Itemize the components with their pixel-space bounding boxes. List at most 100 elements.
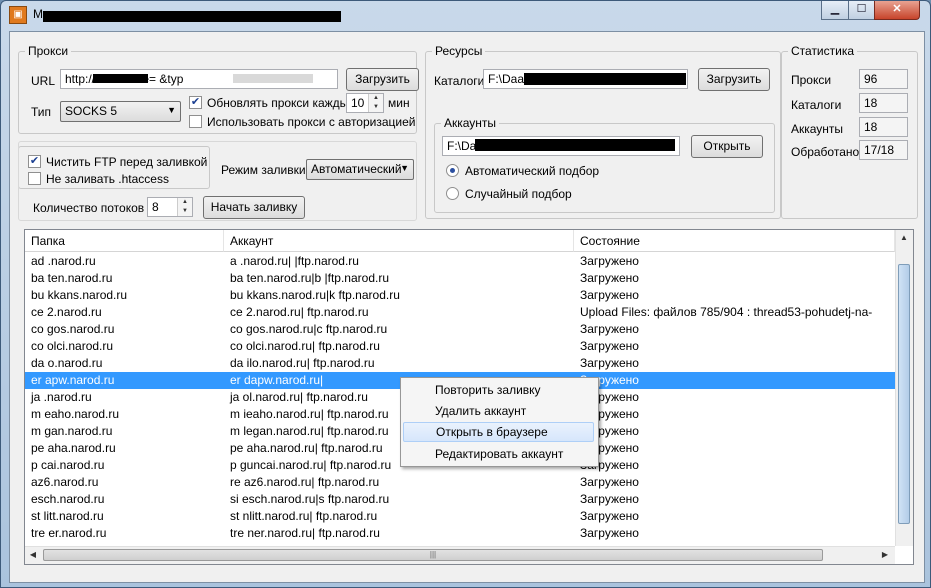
cell-status: Загружено: [580, 492, 639, 506]
table-row[interactable]: st litt.narod.ru st nlitt.narod.ru| ftp.n…: [25, 508, 895, 525]
menu-item-delete-account[interactable]: Удалить аккаунт: [403, 401, 594, 421]
stat-value-proxies: 96: [859, 69, 908, 89]
cell-folder: pe aha.narod.ru: [31, 441, 116, 455]
redacted-catalog-path: [524, 73, 686, 85]
resources-group: Ресурсы Каталоги F:\Daa\ Загрузить Аккау…: [425, 44, 781, 219]
update-interval-value: 10: [351, 96, 365, 110]
accounts-group-title: Аккаунты: [441, 116, 500, 130]
stat-value-accounts: 18: [859, 117, 908, 137]
update-proxy-checkbox[interactable]: ✔: [189, 96, 202, 109]
cell-account: tre ner.narod.ru| ftp.narod.ru: [230, 526, 380, 540]
proxy-load-button[interactable]: Загрузить: [346, 68, 419, 91]
cell-account: co olci.narod.ru| ftp.narod.ru: [230, 339, 380, 353]
maximize-icon: ☐: [856, 3, 867, 15]
cell-status: Загружено: [580, 373, 639, 387]
menu-item-edit-account[interactable]: Редактировать аккаунт: [403, 444, 594, 464]
title-bar[interactable]: ▣ M ▁ ☐ ✕: [1, 1, 930, 29]
auto-select-radio[interactable]: [446, 164, 459, 177]
cell-status: Загружено: [580, 339, 639, 353]
cell-account: ba ten.narod.ru|b |ftp.narod.ru: [230, 271, 390, 285]
minutes-label: мин: [388, 96, 410, 110]
stats-group-title: Статистика: [788, 44, 858, 58]
table-row[interactable]: da o.narod.ru da ilo.narod.ru| ftp.narod.…: [25, 355, 895, 372]
cell-account: re az6.narod.ru| ftp.narod.ru: [230, 475, 380, 489]
chevron-down-icon: ▼: [167, 105, 176, 115]
menu-item-open-in-browser[interactable]: Открыть в браузере: [403, 422, 594, 442]
cell-folder: er apw.narod.ru: [31, 373, 115, 387]
cell-status: Загружено: [580, 254, 639, 268]
cell-status: Upload Files: файлов 785/904 : thread53-…: [580, 305, 873, 319]
upload-settings-frame: [18, 141, 417, 221]
table-row[interactable]: co olci.narod.ru co olci.narod.ru| ftp.na…: [25, 338, 895, 355]
table-row[interactable]: ba ten.narod.ru ba ten.narod.ru|b |ftp.na…: [25, 270, 895, 287]
vertical-scrollbar[interactable]: ▲: [895, 230, 913, 546]
cell-folder: esch.narod.ru: [31, 492, 105, 506]
accounts-group: Аккаунты F:\Daa Открыть Автоматический п…: [434, 116, 775, 213]
stat-value-catalogs: 18: [859, 93, 908, 113]
cell-folder: p cai.narod.ru: [31, 458, 105, 472]
table-row[interactable]: co gos.narod.ru co gos.narod.ru|c ftp.nar…: [25, 321, 895, 338]
cell-folder: co olci.narod.ru: [31, 339, 114, 353]
stat-label-proxies: Прокси: [791, 73, 832, 87]
auth-proxy-checkbox[interactable]: [189, 115, 202, 128]
stat-label-catalogs: Каталоги: [791, 98, 842, 112]
client-area: Прокси URL http:// /list?code= &typ Загр…: [9, 31, 925, 583]
minimize-button[interactable]: ▁: [821, 1, 849, 20]
proxy-type-select[interactable]: SOCKS 5 ▼: [60, 101, 181, 122]
auto-select-label: Автоматический подбор: [465, 164, 600, 178]
update-proxy-label: Обновлять прокси каждые: [207, 96, 355, 110]
catalogs-load-button[interactable]: Загрузить: [698, 68, 770, 91]
cell-status: Загружено: [580, 526, 639, 540]
stepper-arrows-icon[interactable]: ▲ ▼: [368, 94, 383, 112]
cell-folder: az6.narod.ru: [31, 475, 99, 489]
table-row[interactable]: bu kkans.narod.ru bu kkans.narod.ru|k ftp…: [25, 287, 895, 304]
table-row[interactable]: az6.narod.ru re az6.narod.ru| ftp.narod.r…: [25, 474, 895, 491]
close-button[interactable]: ✕: [874, 1, 920, 20]
cell-status: Загружено: [580, 458, 639, 472]
cell-folder: ad .narod.ru: [31, 254, 96, 268]
scroll-left-icon[interactable]: ◀: [26, 548, 40, 562]
cell-account: co gos.narod.ru|c ftp.narod.ru: [230, 322, 388, 336]
table-row[interactable]: ad .narod.ru a .narod.ru| |ftp.narod.ru За…: [25, 253, 895, 270]
table-row[interactable]: esch.narod.ru si esch.narod.ru|s ftp.naro…: [25, 491, 895, 508]
cell-status: Загружено: [580, 424, 639, 438]
stat-value-processed: 17/18: [859, 140, 908, 160]
update-interval-stepper[interactable]: 10 ▲ ▼: [346, 93, 384, 113]
cell-folder: ja .narod.ru: [31, 390, 92, 404]
minimize-icon: ▁: [830, 3, 840, 15]
proxy-type-value: SOCKS 5: [65, 104, 118, 118]
stats-group: Статистика Прокси 96 Каталоги 18 Аккаунт…: [781, 44, 918, 219]
cell-status: Загружено: [580, 441, 639, 455]
table-row[interactable]: tre er.narod.ru tre ner.narod.ru| ftp.nar…: [25, 525, 895, 542]
vertical-scroll-thumb[interactable]: [898, 264, 910, 524]
column-header-account[interactable]: Аккаунт: [224, 230, 574, 252]
maximize-button[interactable]: ☐: [848, 1, 875, 20]
url-label: URL: [31, 74, 56, 88]
accounts-open-button[interactable]: Открыть: [691, 135, 763, 158]
stat-label-processed: Обработано: [791, 145, 860, 159]
table-row[interactable]: ce 2.narod.ru ce 2.narod.ru| ftp.narod.ru…: [25, 304, 895, 321]
cell-status: Загружено: [580, 288, 639, 302]
column-header-status[interactable]: Состояние: [574, 230, 895, 252]
cell-account: da ilo.narod.ru| ftp.narod.ru: [230, 356, 375, 370]
auth-proxy-label: Использовать прокси с авторизацией: [207, 115, 416, 129]
cell-status: Загружено: [580, 407, 639, 421]
cell-folder: ce 2.narod.ru: [31, 305, 102, 319]
cell-folder: st litt.narod.ru: [31, 509, 104, 523]
scroll-up-icon[interactable]: ▲: [897, 231, 911, 245]
stat-label-accounts: Аккаунты: [791, 122, 844, 136]
menu-item-retry-upload[interactable]: Повторить заливку: [403, 380, 594, 400]
cell-account: ce 2.narod.ru| ftp.narod.ru: [230, 305, 369, 319]
scroll-right-icon[interactable]: ▶: [878, 548, 892, 562]
random-select-radio[interactable]: [446, 187, 459, 200]
horizontal-scroll-thumb[interactable]: |||: [43, 549, 823, 561]
cell-folder: m gan.narod.ru: [31, 424, 113, 438]
proxy-group-title: Прокси: [25, 44, 72, 58]
horizontal-scrollbar[interactable]: ◀ ||| ▶: [25, 546, 895, 564]
column-header-folder[interactable]: Папка: [25, 230, 224, 252]
app-icon[interactable]: ▣: [9, 6, 27, 24]
redacted-url-part: [93, 74, 148, 83]
cell-folder: m eaho.narod.ru: [31, 407, 120, 421]
cell-status: Загружено: [580, 390, 639, 404]
cell-account: a .narod.ru| |ftp.narod.ru: [230, 254, 359, 268]
